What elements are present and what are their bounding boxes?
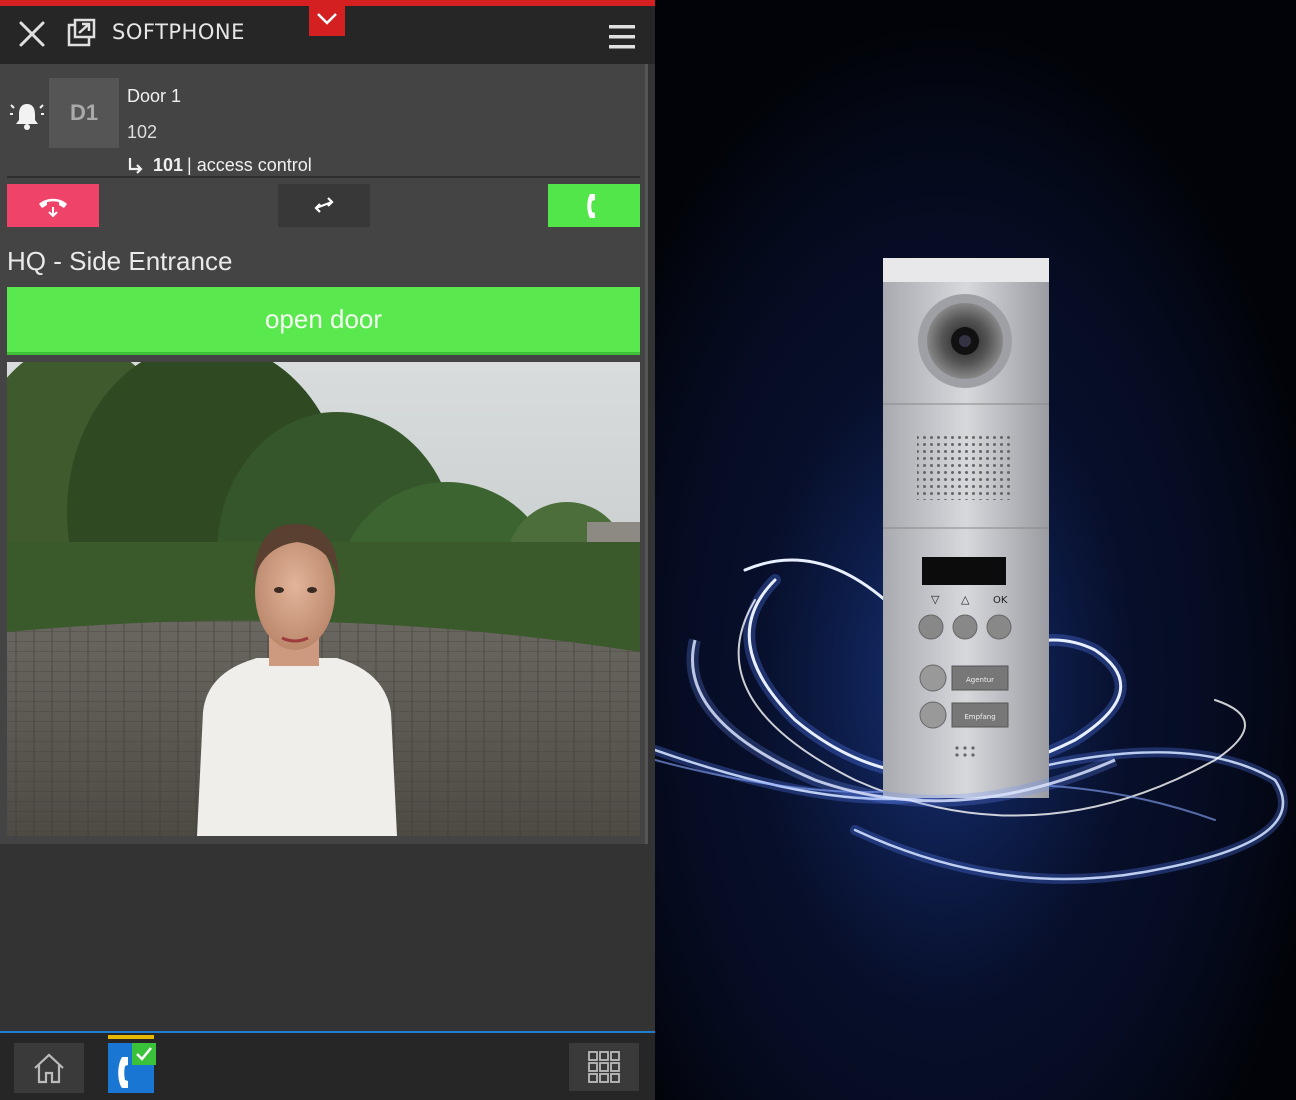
forwarded-from: 101 | access control [127,155,312,176]
checkmark-icon [136,1047,152,1061]
popout-icon[interactable] [66,18,96,48]
forward-label: | access control [187,155,312,175]
app-title: SOFTPHONE [112,20,245,44]
call-header: D1 Door 1 102 101 | access control [0,72,648,180]
intercom-button-2-label: Empfang [964,713,995,721]
open-door-button[interactable]: open door [7,287,640,355]
alarm-bell-icon [10,104,44,130]
caller-avatar: D1 [49,78,119,148]
top-bar: SOFTPHONE [0,0,655,64]
camera-feed-image [7,362,640,836]
answer-phone-icon [587,193,595,218]
forward-number: 101 [153,155,184,175]
home-icon [34,1053,64,1084]
nav-down-label: ▽ [931,593,940,606]
collapse-tab[interactable] [309,0,345,36]
hangup-button[interactable] [7,184,99,227]
intercom-nav-buttons [918,614,1012,640]
chevron-down-icon [317,13,337,25]
divider [7,176,640,178]
phone-tab[interactable] [108,1035,156,1093]
forward-arrow-icon [128,157,143,174]
intercom-button-1-label: Agentur [966,676,994,684]
bottom-nav [0,1031,655,1100]
active-tab-indicator [108,1035,154,1039]
call-actions [0,184,648,228]
incoming-call-card: D1 Door 1 102 101 | access control HQ - … [0,64,648,844]
home-button[interactable] [14,1043,84,1093]
close-icon[interactable] [16,18,48,50]
door-location-label: HQ - Side Entrance [7,246,233,276]
keypad-button[interactable] [569,1043,639,1091]
transfer-icon [314,196,334,213]
ok-label: OK [993,595,1008,606]
transfer-button[interactable] [278,184,370,227]
caller-name: Door 1 [127,86,182,106]
nav-up-label: △ [961,593,970,606]
intercom-device-illustration: ▽ △ OK Agentur Empfang [655,0,1296,1100]
softphone-panel: SOFTPHONE D1 Door 1 102 101 | access con… [0,0,655,1100]
status-check-icon [132,1043,156,1065]
intercom-promo-image: ▽ △ OK Agentur Empfang [655,0,1296,1100]
keypad-icon [588,1051,620,1083]
answer-button[interactable] [548,184,640,227]
caller-number: 102 [127,122,158,142]
door-camera-video [7,362,640,836]
hamburger-menu-icon[interactable] [606,22,638,52]
hangup-icon [39,198,67,217]
